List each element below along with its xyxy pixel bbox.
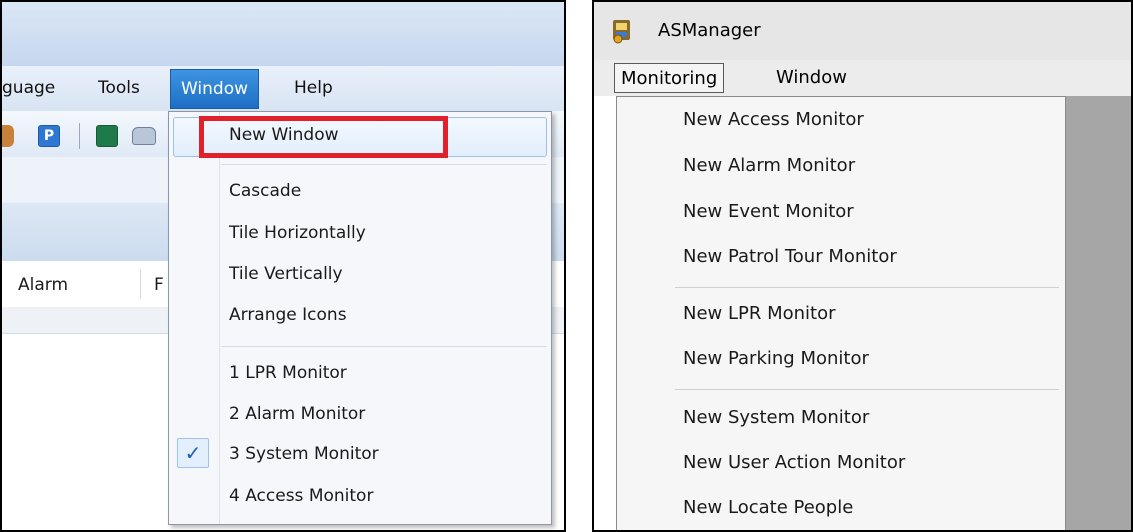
title-bar: ASManager xyxy=(594,2,1131,60)
mdi-background xyxy=(1062,96,1131,530)
menu-separator xyxy=(675,287,1059,288)
toolbar-divider xyxy=(79,123,80,149)
card-reader-icon[interactable] xyxy=(96,125,118,147)
menu-item-new-event-monitor[interactable]: New Event Monitor xyxy=(683,201,854,222)
menu-item-alarm-monitor[interactable]: 2 Alarm Monitor xyxy=(229,404,365,424)
column-header-alarm[interactable]: Alarm xyxy=(18,275,68,295)
menu-item-new-user-action-monitor[interactable]: New User Action Monitor xyxy=(683,452,905,473)
window-dropdown-menu: New Window Cascade Tile Horizontally Til… xyxy=(168,111,552,525)
user-icon[interactable] xyxy=(2,125,14,147)
menu-item-arrange-icons[interactable]: Arrange Icons xyxy=(229,305,347,325)
right-screenshot-panel: ASManager Monitoring Window New Access M… xyxy=(592,0,1133,532)
parking-icon[interactable]: P xyxy=(38,125,60,147)
app-icon xyxy=(613,20,630,44)
menu-bar: guage Tools Window Help xyxy=(2,66,564,112)
monitoring-dropdown-menu: New Access Monitor New Alarm Monitor New… xyxy=(616,96,1066,530)
menu-separator xyxy=(675,389,1059,390)
menu-item-cascade[interactable]: Cascade xyxy=(229,181,301,201)
window-title: ASManager xyxy=(658,20,761,41)
menu-item-new-lpr-monitor[interactable]: New LPR Monitor xyxy=(683,303,836,324)
menu-separator xyxy=(221,346,547,347)
menu-item-new-access-monitor[interactable]: New Access Monitor xyxy=(683,109,864,130)
menu-item-lpr-monitor[interactable]: 1 LPR Monitor xyxy=(229,363,347,383)
left-screenshot-panel: guage Tools Window Help P Alarm F New Wi… xyxy=(0,0,566,532)
menu-monitoring[interactable]: Monitoring xyxy=(614,63,725,93)
menu-window[interactable]: Window xyxy=(170,69,260,109)
menu-bar: Monitoring Window xyxy=(594,60,1131,96)
column-divider[interactable] xyxy=(140,269,141,299)
menu-help[interactable]: Help xyxy=(294,78,333,98)
menu-item-new-alarm-monitor[interactable]: New Alarm Monitor xyxy=(683,155,855,176)
vehicle-icon[interactable] xyxy=(132,127,156,145)
menu-separator xyxy=(221,164,547,165)
checkmark-icon: ✓ xyxy=(177,438,209,468)
menu-language[interactable]: guage xyxy=(2,78,55,98)
menu-item-tile-horizontally[interactable]: Tile Horizontally xyxy=(229,223,366,243)
menu-item-tile-vertically[interactable]: Tile Vertically xyxy=(229,264,343,284)
title-bar xyxy=(2,2,564,66)
menu-item-new-parking-monitor[interactable]: New Parking Monitor xyxy=(683,348,869,369)
menu-window[interactable]: Window xyxy=(776,63,847,93)
menu-gutter-line xyxy=(219,112,220,524)
menu-tools[interactable]: Tools xyxy=(98,78,140,98)
menu-item-new-system-monitor[interactable]: New System Monitor xyxy=(683,407,869,428)
menu-item-new-patrol-tour-monitor[interactable]: New Patrol Tour Monitor xyxy=(683,246,897,267)
menu-item-system-monitor[interactable]: 3 System Monitor xyxy=(229,444,379,464)
menu-item-new-window[interactable]: New Window xyxy=(229,125,339,145)
menu-item-new-locate-people[interactable]: New Locate People xyxy=(683,497,853,518)
menu-item-access-monitor[interactable]: 4 Access Monitor xyxy=(229,486,373,506)
column-header-f[interactable]: F xyxy=(154,275,164,295)
